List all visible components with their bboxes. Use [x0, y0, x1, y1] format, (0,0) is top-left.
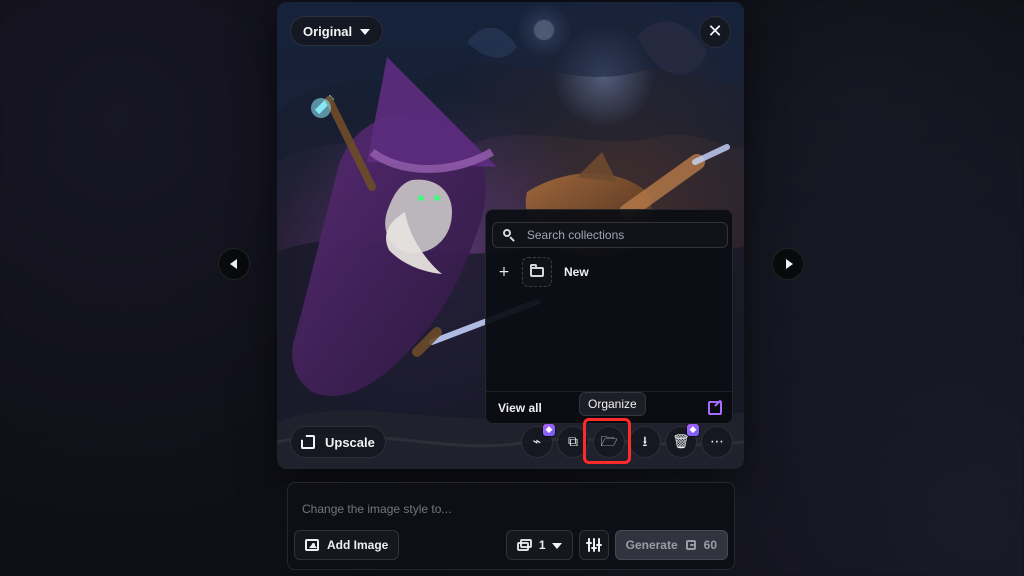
close-button[interactable]: ✕ — [699, 16, 731, 48]
folder-open-icon: 🗁 — [600, 434, 618, 450]
next-image-button[interactable] — [772, 248, 804, 280]
more-icon: ⋯ — [710, 434, 724, 450]
images-icon — [516, 539, 533, 551]
collections-search[interactable] — [492, 222, 728, 248]
view-all-link[interactable]: View all — [498, 401, 542, 415]
generate-cost: 60 — [703, 538, 717, 552]
external-link-icon[interactable] — [708, 400, 722, 415]
chevron-left-icon — [229, 259, 237, 269]
add-image-label: Add Image — [327, 538, 389, 552]
search-icon — [503, 229, 515, 241]
tooltip-label: Organize — [588, 397, 637, 411]
chevron-right-icon — [785, 259, 793, 269]
add-image-button[interactable]: Add Image — [294, 530, 400, 560]
folder-placeholder — [522, 257, 552, 287]
premium-badge-icon: ◆ — [543, 424, 555, 436]
image-count-dropdown[interactable]: 1 — [505, 530, 573, 560]
delete-button[interactable]: 🗑 ◆ — [665, 424, 699, 458]
token-icon — [685, 540, 696, 550]
upscale-button[interactable]: Upscale — [290, 426, 386, 458]
original-dropdown[interactable]: Original — [290, 16, 384, 46]
chevron-down-icon — [360, 28, 371, 35]
generate-label: Generate — [625, 538, 678, 552]
close-icon: ✕ — [707, 21, 723, 42]
plus-icon: + — [498, 264, 510, 280]
chevron-down-icon — [551, 542, 562, 549]
download-icon: ⭳ — [642, 434, 648, 450]
wand-icon: ⌁ — [532, 434, 542, 450]
image-count-value: 1 — [538, 538, 546, 552]
copy-button[interactable]: ⧉ — [557, 426, 589, 458]
image-plus-icon — [305, 539, 319, 551]
edit-action-button[interactable]: ⌁ ◆ — [521, 424, 555, 458]
more-options-button[interactable]: ⋯ — [701, 426, 733, 458]
trash-icon: 🗑 — [672, 434, 690, 450]
prompt-panel: Add Image 1 Generate 60 — [287, 482, 735, 570]
search-collections-input[interactable] — [524, 227, 717, 243]
upscale-icon — [301, 435, 315, 449]
new-collection-row[interactable]: + New — [498, 256, 589, 288]
organize-button[interactable]: 🗁 — [593, 426, 625, 458]
folder-icon — [530, 264, 544, 277]
organize-tooltip: Organize — [579, 392, 646, 416]
generation-controls: 1 Generate 60 — [505, 530, 728, 560]
copy-icon: ⧉ — [568, 434, 578, 450]
original-label: Original — [303, 23, 353, 39]
previous-image-button[interactable] — [218, 248, 250, 280]
prompt-actions: Add Image 1 Generate 60 — [294, 529, 728, 561]
download-button[interactable]: ⭳ — [629, 426, 661, 458]
sliders-icon — [585, 538, 602, 552]
generate-button[interactable]: Generate 60 — [614, 530, 728, 560]
new-collection-label: New — [564, 265, 589, 279]
upscale-label: Upscale — [325, 434, 375, 450]
image-actions-toolbar: ⌁ ◆ ⧉ 🗁 ⭳ 🗑 ◆ ⋯ — [521, 424, 733, 458]
settings-button[interactable] — [578, 530, 609, 560]
prompt-input[interactable] — [300, 499, 724, 519]
premium-badge-icon: ◆ — [687, 424, 699, 436]
